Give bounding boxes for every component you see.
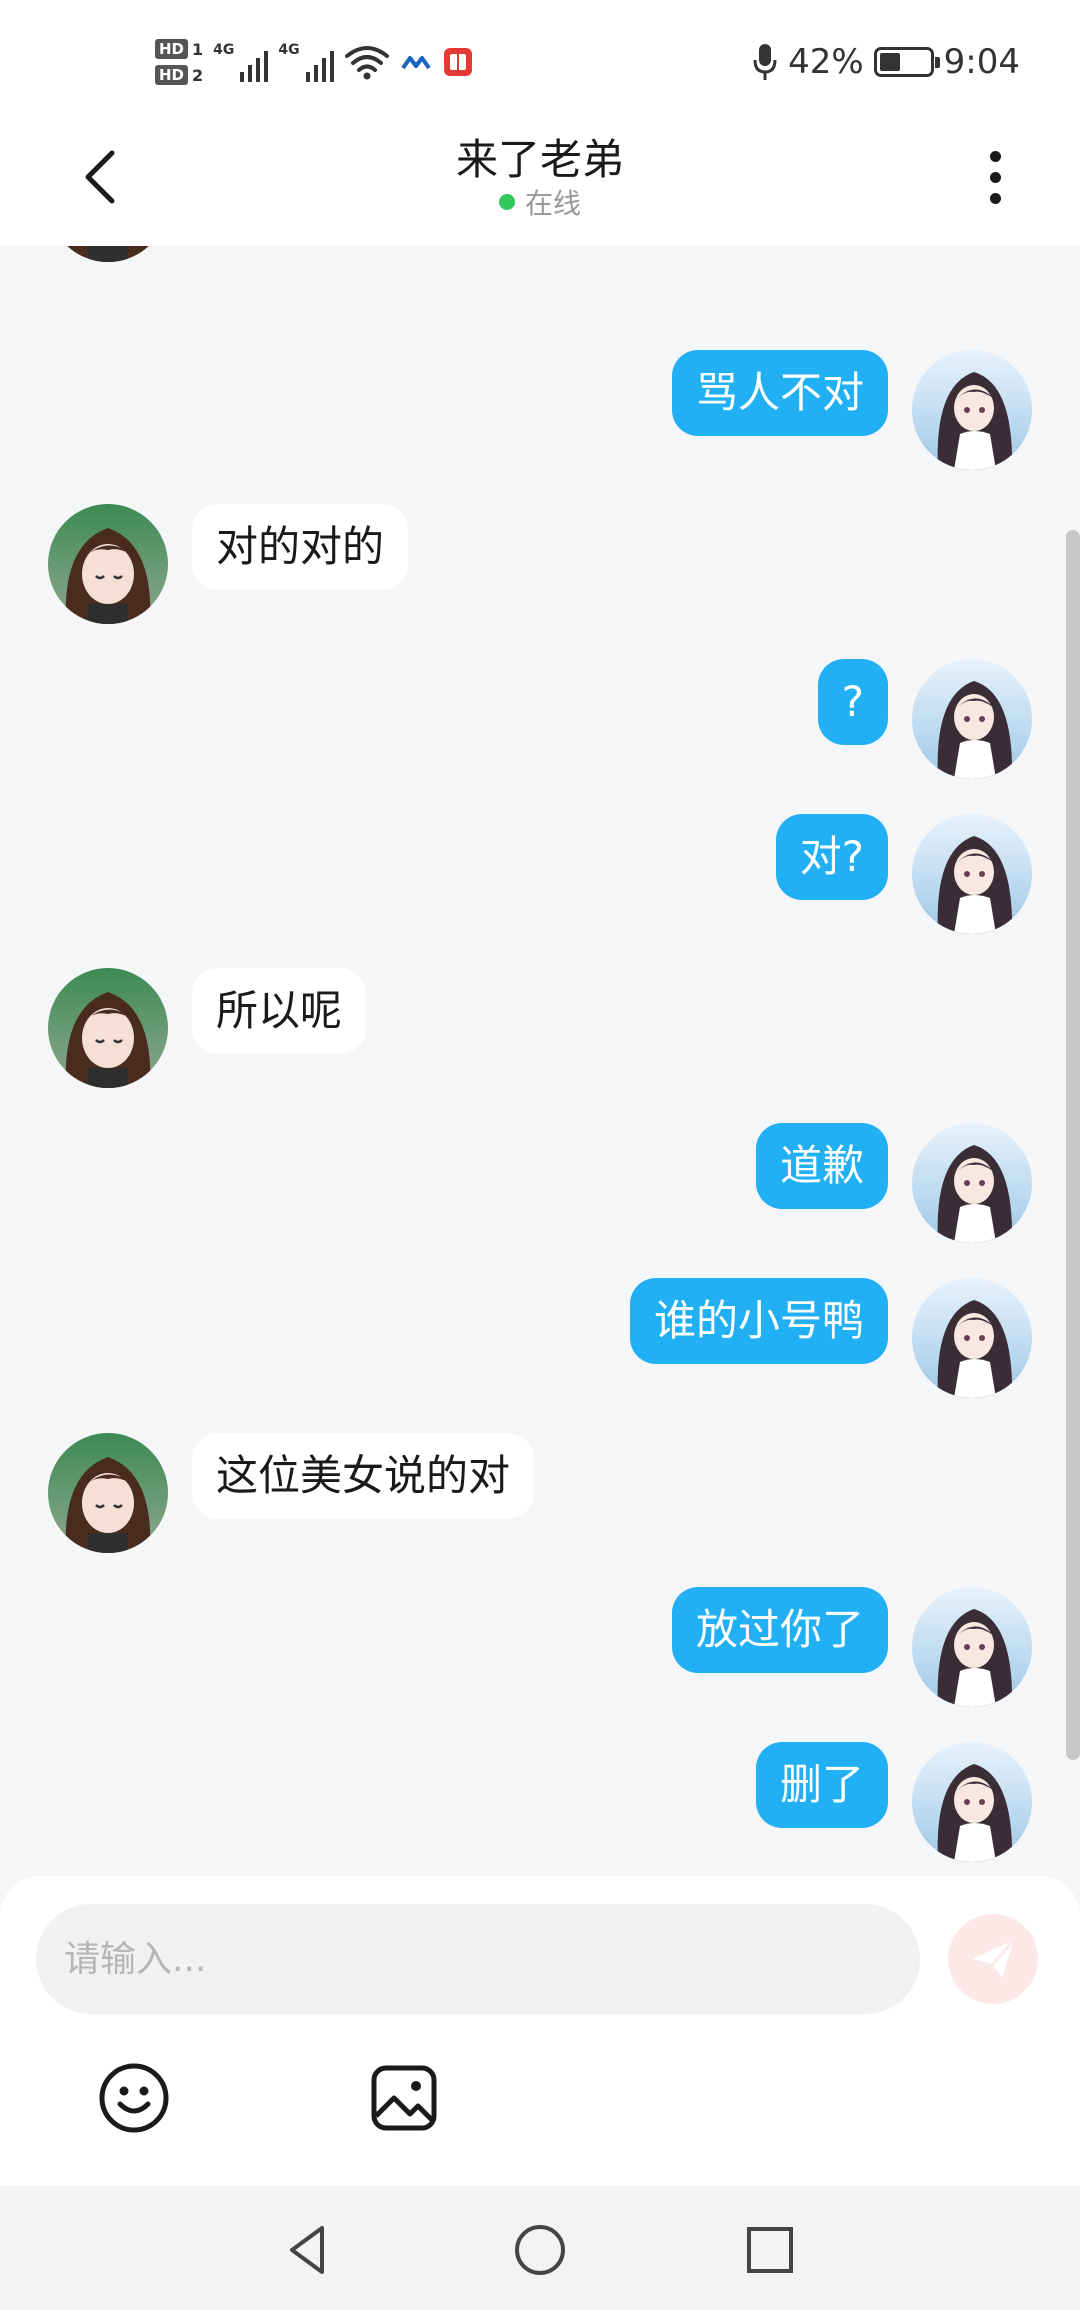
presence-status: 在线 [0, 182, 1080, 222]
net2-label: 4G [278, 42, 300, 58]
my-avatar[interactable] [912, 1123, 1032, 1243]
incoming-message: 对的对的 [0, 504, 1080, 624]
more-options-button[interactable] [970, 142, 1020, 212]
composer [0, 1876, 1080, 2186]
message-bubble[interactable]: 所以呢 [192, 968, 367, 1054]
home-circle-icon [515, 2225, 565, 2275]
message-bubble[interactable]: 这位美女说的对 [192, 1433, 535, 1519]
recents-square-icon [747, 2227, 793, 2273]
microphone-icon [753, 44, 777, 80]
contact-avatar[interactable] [48, 504, 168, 624]
my-avatar[interactable] [912, 350, 1032, 470]
sim2-indicator: HD 2 [155, 65, 203, 85]
message-input[interactable] [36, 1904, 920, 2014]
message-bubble[interactable]: 放过你了 [671, 1587, 888, 1673]
more-dot-icon [989, 192, 1001, 204]
signal-icon-2: 4G [278, 42, 334, 82]
outgoing-message: 骂人不对 [0, 350, 1080, 470]
message-bubble[interactable]: ? [817, 659, 888, 745]
emoji-button[interactable] [96, 2060, 172, 2136]
clock: 9:04 [943, 42, 1020, 82]
message-bubble[interactable]: 道歉 [755, 1123, 888, 1209]
back-triangle-icon [290, 2226, 324, 2274]
incoming-message: 这位美女说的对 [0, 1433, 1080, 1553]
contact-avatar[interactable] [48, 246, 168, 262]
sim1-number: 1 [192, 39, 204, 59]
contact-avatar[interactable] [48, 968, 168, 1088]
nav-back-button[interactable] [278, 2220, 338, 2280]
net1-label: 4G [213, 42, 235, 58]
outgoing-message: 删了 [0, 1742, 1080, 1862]
outgoing-message: 对? [0, 814, 1080, 934]
message-bubble[interactable]: 骂人不对 [671, 350, 888, 436]
outgoing-message: 谁的小号鸭 [0, 1278, 1080, 1398]
image-icon [371, 2065, 437, 2131]
app-notification-icon [400, 56, 431, 70]
outgoing-message: ? [0, 659, 1080, 779]
nav-recents-button[interactable] [740, 2220, 800, 2280]
sim2-number: 2 [192, 65, 204, 85]
message-bubble[interactable]: 谁的小号鸭 [629, 1278, 888, 1364]
chat-title: 来了老弟 [455, 135, 624, 184]
incoming-message: ………………… [0, 246, 1080, 262]
status-bar: HD 1 HD 2 4G 4G 42% 9:04 [0, 0, 1080, 120]
battery-percent: 42% [788, 42, 864, 82]
signal-icon-1: 4G [213, 42, 269, 82]
my-avatar[interactable] [912, 659, 1032, 779]
message-bubble[interactable]: 对? [775, 814, 888, 900]
sim1-hd-label: HD [155, 39, 189, 59]
my-avatar[interactable] [912, 1278, 1032, 1398]
online-dot-icon [498, 194, 515, 210]
send-button[interactable] [948, 1914, 1038, 2004]
battery-icon [873, 47, 940, 77]
sim-indicators: HD 1 HD 2 [155, 39, 203, 85]
message-bubble[interactable]: 删了 [755, 1742, 888, 1828]
message-bubble[interactable]: 对的对的 [192, 504, 409, 590]
nav-home-button[interactable] [510, 2220, 570, 2280]
outgoing-message: 道歉 [0, 1123, 1080, 1243]
presence-label: 在线 [524, 187, 581, 220]
chat-scrollbar[interactable] [1066, 530, 1080, 1760]
system-nav-bar [0, 2186, 1080, 2310]
battery-fill [879, 53, 900, 71]
contact-avatar[interactable] [48, 1433, 168, 1553]
message-list[interactable]: ………………… 骂人不对对的对的? 对? 所以呢道歉谁的小号鸭这位美女说的对放过你了删… [0, 246, 1080, 1876]
my-avatar[interactable] [912, 814, 1032, 934]
more-dot-icon [989, 171, 1001, 183]
image-button[interactable] [366, 2060, 442, 2136]
status-right: 42% 9:04 [752, 30, 1020, 94]
sim2-hd-label: HD [155, 65, 189, 85]
emoji-icon [99, 2063, 169, 2133]
chat-header: 来了老弟 在线 [0, 120, 1080, 246]
outgoing-message: 放过你了 [0, 1587, 1080, 1707]
more-dot-icon [989, 150, 1001, 162]
book-app-icon [443, 48, 472, 76]
sim1-indicator: HD 1 [155, 39, 203, 59]
my-avatar[interactable] [912, 1742, 1032, 1862]
my-avatar[interactable] [912, 1587, 1032, 1707]
incoming-message: 所以呢 [0, 968, 1080, 1088]
status-left: HD 1 HD 2 4G 4G [155, 30, 474, 94]
wifi-icon [344, 46, 389, 80]
paper-plane-icon [972, 1939, 1016, 1978]
